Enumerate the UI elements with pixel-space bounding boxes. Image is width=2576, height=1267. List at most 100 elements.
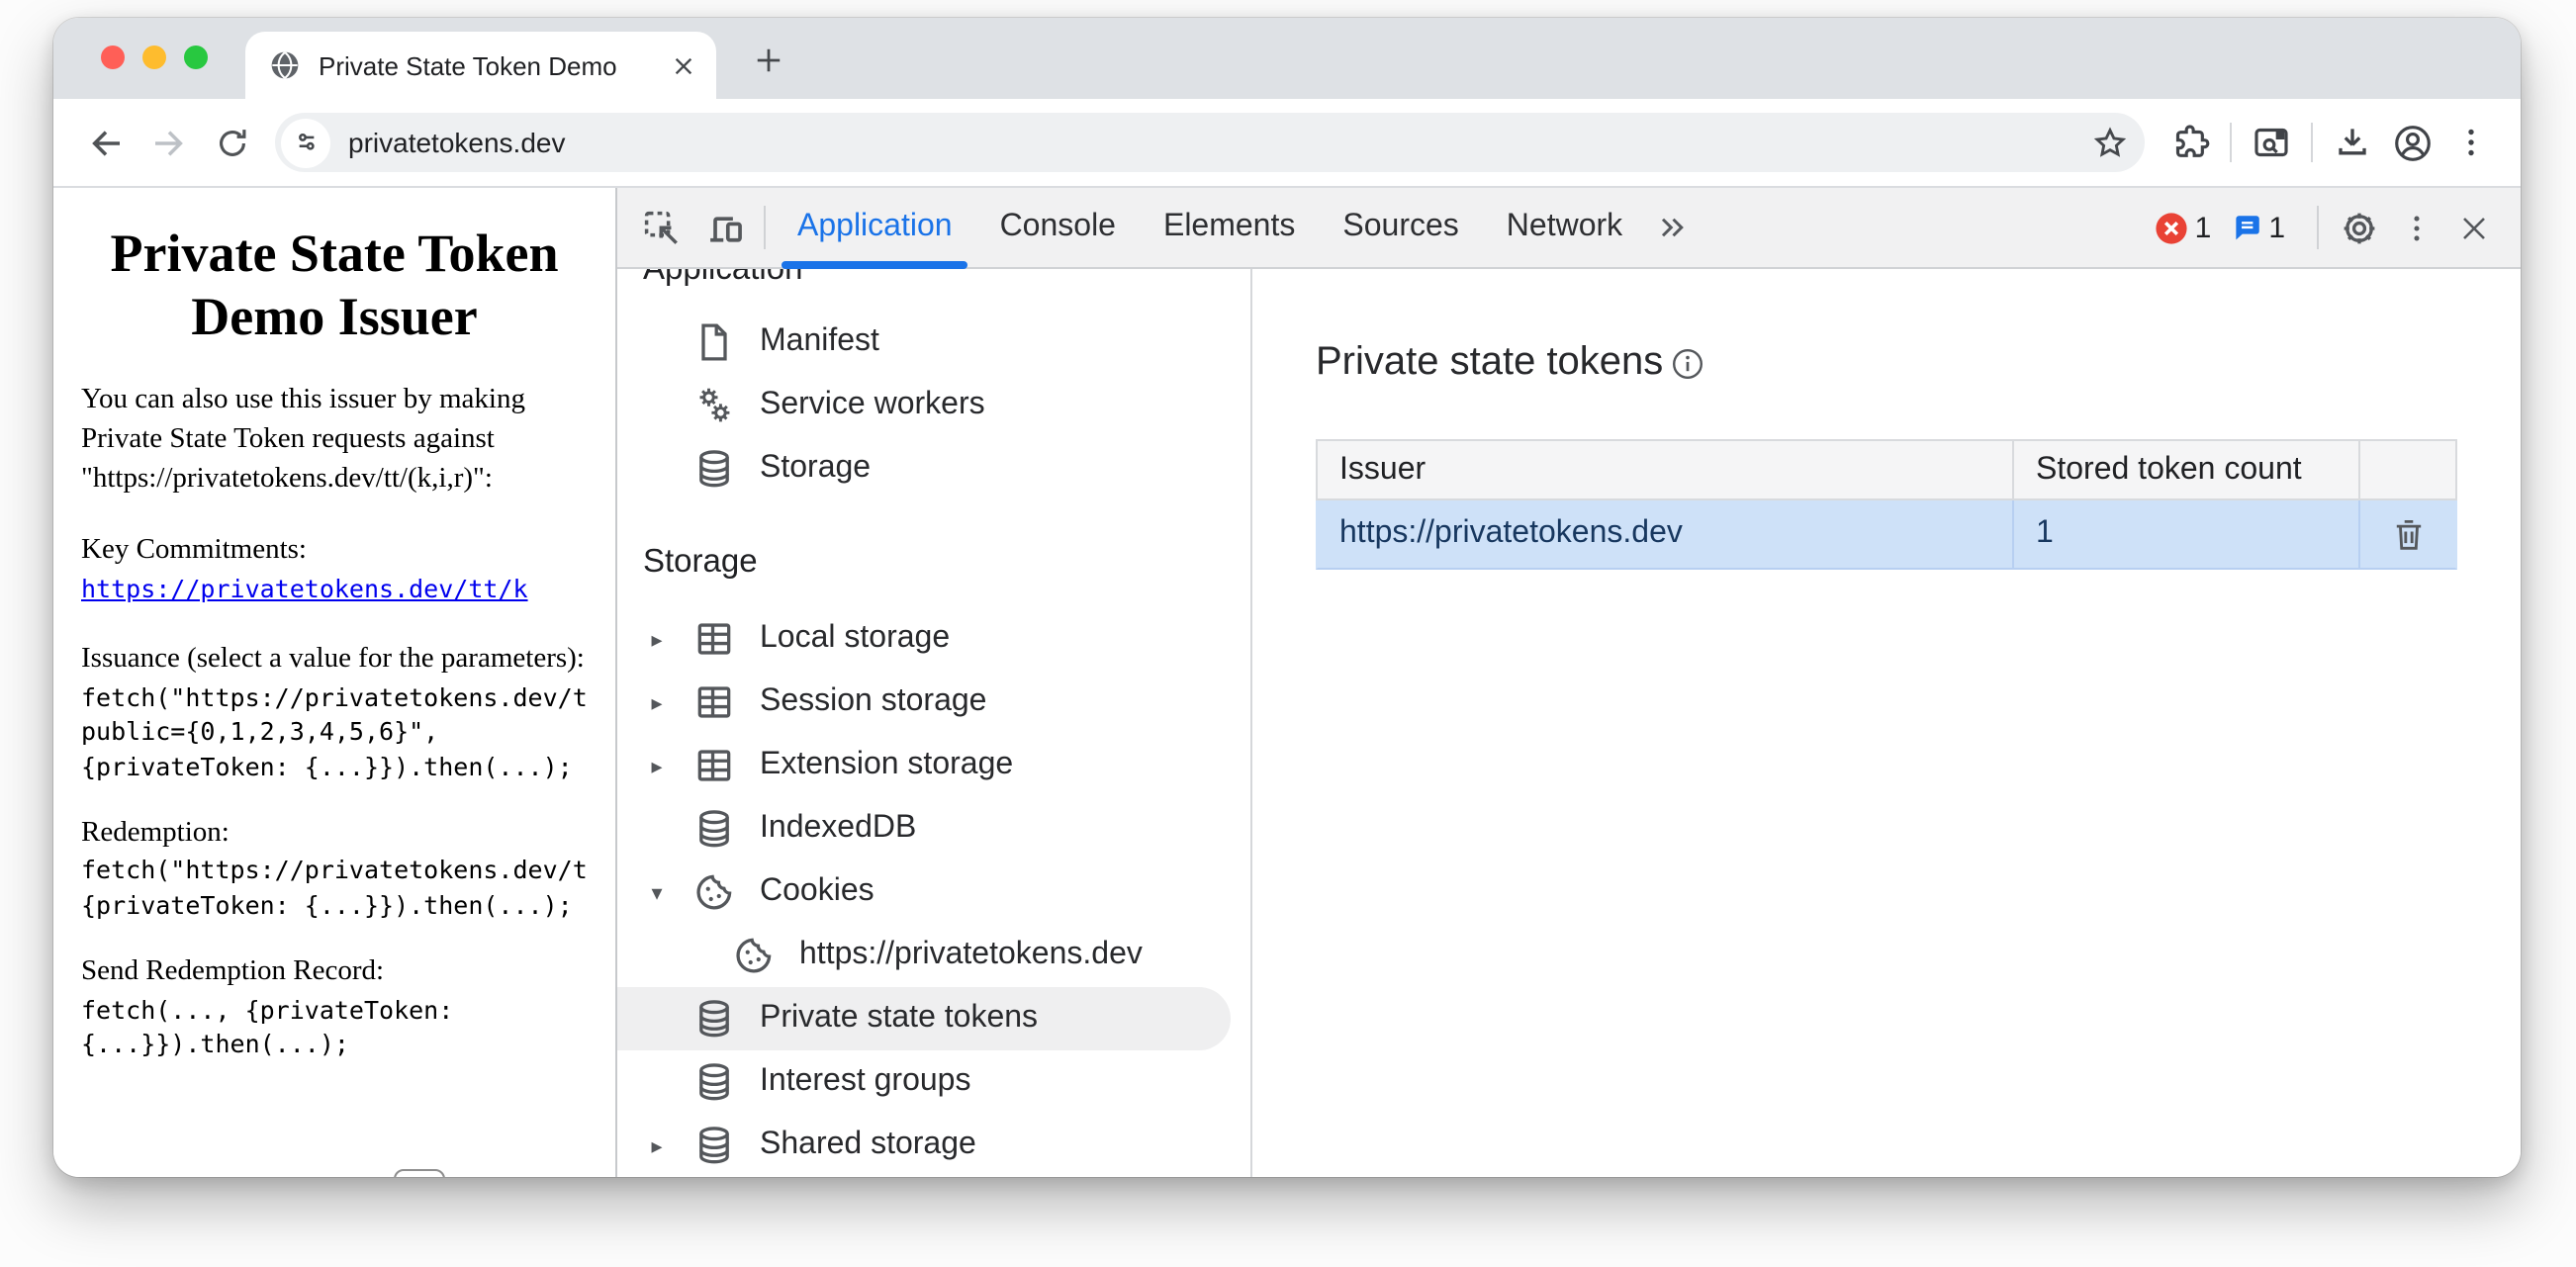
grid-icon: [692, 680, 736, 724]
sidebar-item-manifest[interactable]: Manifest: [617, 311, 1250, 374]
srr-label: Send Redemption Record:: [81, 952, 588, 993]
database-icon: [692, 1124, 736, 1167]
trash-icon[interactable]: [2389, 515, 2427, 553]
tab-strip: Private State Token Demo: [53, 18, 2521, 99]
sidebar-item-shared-storage[interactable]: ▸Shared storage: [617, 1114, 1250, 1177]
sidebar-item-label: Service workers: [760, 388, 985, 423]
column-header-issuer[interactable]: Issuer: [1318, 441, 2012, 498]
page-title: Private State Token Demo Issuer: [81, 224, 588, 349]
error-count: 1: [2195, 211, 2212, 244]
chevron-collapsed-icon[interactable]: ▸: [641, 753, 673, 778]
public-metadata-row: Public Metadata 0: [178, 1169, 446, 1177]
sidebar-item-label: Session storage: [760, 684, 986, 720]
close-window-button[interactable]: [101, 45, 125, 69]
bookmark-star-icon[interactable]: [2085, 119, 2133, 166]
token-count-cell[interactable]: 1: [2012, 500, 2358, 568]
more-tabs-icon[interactable]: [1646, 196, 1698, 259]
settings-gear-icon[interactable]: [2327, 196, 2390, 259]
tab-close-icon[interactable]: [667, 48, 700, 82]
sidebar-item-label: Manifest: [760, 324, 879, 360]
issue-count: 1: [2268, 211, 2285, 244]
column-header-stored-token-count[interactable]: Stored token count: [2012, 441, 2358, 498]
devtools-close-icon[interactable]: [2441, 196, 2505, 259]
toolbar-divider: [2230, 123, 2232, 162]
sidebar-item-private-state-tokens[interactable]: Private state tokens: [617, 987, 1231, 1050]
inspect-element-icon[interactable]: [629, 196, 692, 259]
sidebar-item-extension-storage[interactable]: ▸ Extension storage: [617, 734, 1250, 797]
database-icon: [692, 447, 736, 491]
file-icon: [692, 320, 736, 364]
redemption-label: Redemption:: [81, 813, 588, 854]
side-panel-search-icon[interactable]: [2242, 113, 2301, 172]
sidebar-item-interest-groups[interactable]: Interest groups: [617, 1050, 1250, 1114]
sidebar-section-storage: Storage▸Local storage▸Session storage▸Ex…: [617, 536, 1250, 1177]
sidebar-item-label: Extension storage: [760, 748, 1013, 783]
issuer-cell[interactable]: https://privatetokens.dev: [1318, 500, 2012, 568]
zoom-window-button[interactable]: [184, 45, 208, 69]
sidebar-item-label: Cookies: [760, 874, 874, 910]
key-commitments: Key Commitments: https://privatetokens.d…: [81, 529, 588, 609]
tab-title: Private State Token Demo: [319, 50, 667, 80]
sidebar-item-indexeddb[interactable]: IndexedDB: [617, 797, 1250, 860]
site-settings-icon[interactable]: [281, 118, 330, 167]
devtools-tab-network[interactable]: Network: [1483, 188, 1646, 267]
devtools-tab-sources[interactable]: Sources: [1319, 188, 1482, 267]
devtools-tab-application[interactable]: Application: [774, 188, 976, 267]
info-icon[interactable]: [1669, 345, 1704, 381]
database-icon: [692, 807, 736, 851]
public-metadata-select[interactable]: 0: [393, 1169, 445, 1177]
sidebar-item-service-workers[interactable]: Service workers: [617, 374, 1250, 437]
panel-heading: Private state tokens: [1316, 340, 2521, 386]
sidebar-item-session-storage[interactable]: ▸ Session storage: [617, 671, 1250, 734]
chevron-collapsed-icon[interactable]: ▸: [641, 1132, 673, 1158]
browser-toolbar: privatetokens.dev: [53, 99, 2521, 188]
sidebar-item-https-privatetokens-dev[interactable]: https://privatetokens.dev: [617, 924, 1250, 987]
device-toolbar-icon[interactable]: [692, 196, 756, 259]
cookie-icon: [692, 870, 736, 914]
desktop-background: Private State Token Demo privatetokens.d…: [0, 0, 2576, 1267]
url-text[interactable]: privatetokens.dev: [348, 127, 2085, 158]
extensions-puzzle-icon[interactable]: [2161, 113, 2220, 172]
public-metadata-label: Public Metadata: [178, 1172, 365, 1177]
minimize-window-button[interactable]: [142, 45, 166, 69]
new-tab-button[interactable]: [742, 34, 793, 85]
sidebar-item-label: Interest groups: [760, 1064, 970, 1100]
sidebar-item-local-storage[interactable]: ▸Local storage: [617, 607, 1250, 671]
window-controls: [101, 45, 208, 69]
download-icon[interactable]: [2323, 113, 2382, 172]
sidebar-section-title: Application: [617, 269, 1250, 295]
issues-badge-icon[interactable]: [2229, 211, 2262, 244]
chevron-collapsed-icon[interactable]: ▸: [641, 689, 673, 715]
sidebar-section-title: Storage: [617, 536, 1250, 588]
cookie-icon: [732, 934, 776, 977]
devtools-tab-console[interactable]: Console: [976, 188, 1140, 267]
devtools-tabbar: ApplicationConsoleElementsSourcesNetwork…: [617, 188, 2521, 269]
devtools-kebab-menu-icon[interactable]: [2390, 196, 2441, 259]
sidebar-item-label: https://privatetokens.dev: [799, 938, 1143, 973]
sidebar-item-storage[interactable]: Storage: [617, 437, 1250, 500]
address-bar[interactable]: privatetokens.dev: [275, 113, 2145, 172]
forward-icon[interactable]: [137, 111, 200, 174]
reload-icon[interactable]: [200, 111, 263, 174]
table-header-row: Issuer Stored token count: [1316, 439, 2457, 500]
sidebar-item-label: IndexedDB: [760, 811, 916, 847]
window-content: Private State Token Demo Issuer You can …: [53, 188, 2521, 1177]
profile-icon[interactable]: [2382, 113, 2441, 172]
chevron-collapsed-icon[interactable]: ▸: [641, 626, 673, 652]
key-commitments-link[interactable]: https://privatetokens.dev/tt/k: [81, 574, 528, 603]
table-row[interactable]: https://privatetokens.dev 1: [1316, 500, 2457, 570]
error-badge-icon[interactable]: [2156, 211, 2189, 244]
kebab-menu-icon[interactable]: [2441, 113, 2501, 172]
web-page: Private State Token Demo Issuer You can …: [53, 188, 617, 1177]
chevron-expanded-icon[interactable]: ▾: [641, 879, 673, 905]
sidebar-item-cookies[interactable]: ▾ Cookies: [617, 860, 1250, 924]
toolbar-divider: [2311, 123, 2313, 162]
devtools-tab-elements[interactable]: Elements: [1140, 188, 1319, 267]
issuance-section: Issuance (select a value for the paramet…: [81, 639, 588, 783]
browser-tab[interactable]: Private State Token Demo: [245, 32, 716, 99]
column-header-actions: [2358, 441, 2455, 498]
srr-section: Send Redemption Record: fetch(..., {priv…: [81, 952, 588, 1062]
sidebar-section-application: Application Manifest Service workers Storag…: [617, 269, 1250, 500]
back-icon[interactable]: [73, 111, 137, 174]
devtools-toolbar-divider: [2317, 206, 2319, 249]
